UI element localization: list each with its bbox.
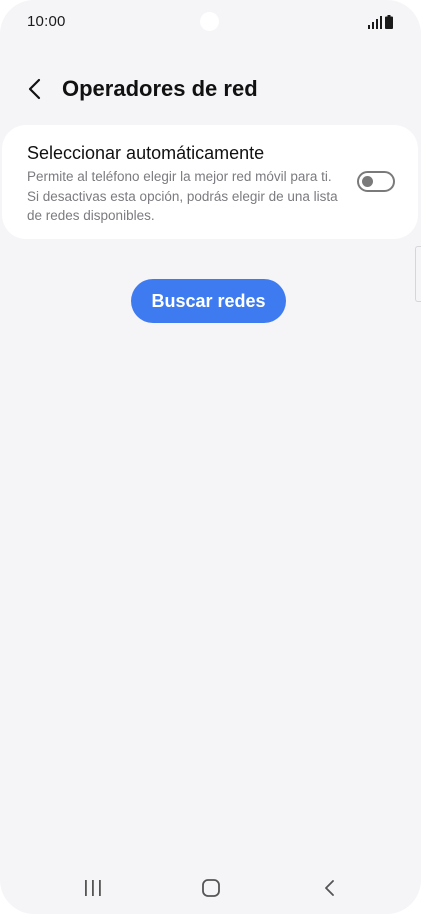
phone-screen: 10:00 Operadores de red Seleccionar auto… xyxy=(0,0,421,914)
front-camera-cutout xyxy=(200,12,219,31)
battery-icon xyxy=(385,15,393,29)
recents-icon[interactable] xyxy=(82,878,104,898)
chevron-left-icon xyxy=(28,78,41,100)
toggle-knob xyxy=(362,176,373,187)
page-title: Operadores de red xyxy=(62,76,258,101)
signal-icon xyxy=(368,16,382,29)
status-time: 10:00 xyxy=(27,13,66,30)
scroll-indicator[interactable] xyxy=(415,246,421,302)
app-header: Operadores de red xyxy=(0,64,421,114)
home-icon[interactable] xyxy=(201,878,221,898)
back-icon[interactable] xyxy=(320,878,340,898)
auto-select-title: Seleccionar automáticamente xyxy=(27,143,265,163)
navigation-bar xyxy=(0,868,421,908)
auto-select-toggle[interactable] xyxy=(357,171,395,192)
auto-select-description: Permite al teléfono elegir la mejor red … xyxy=(27,169,338,223)
status-bar: 10:00 xyxy=(0,0,421,46)
search-networks-button[interactable]: Buscar redes xyxy=(131,279,286,323)
auto-select-setting[interactable]: Seleccionar automáticamente Permite al t… xyxy=(2,125,418,239)
back-button[interactable] xyxy=(20,74,50,104)
